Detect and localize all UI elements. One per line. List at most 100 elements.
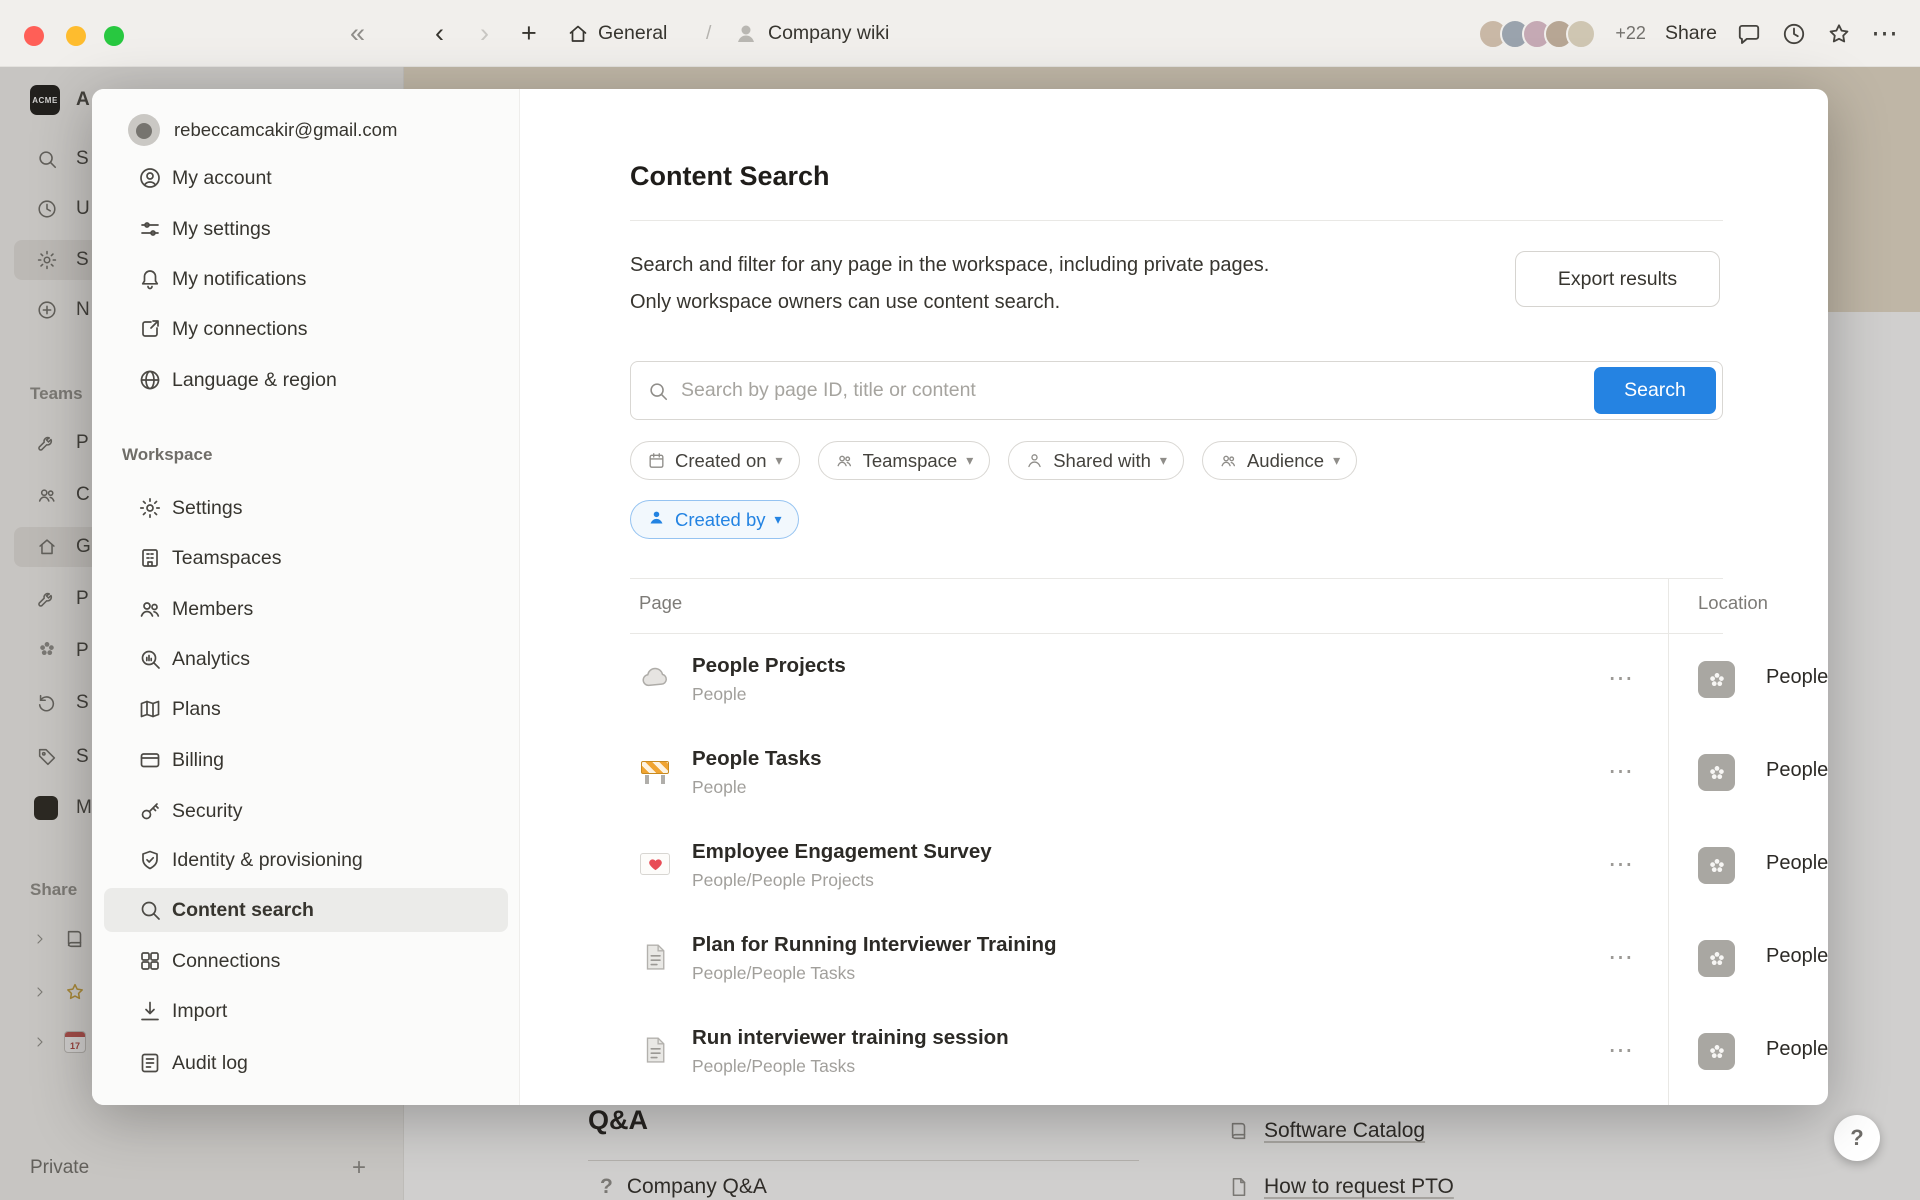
row-more-icon[interactable]: ⋯ [1608,663,1634,693]
settings-nav-import[interactable]: Import [104,989,508,1033]
row-more-icon[interactable]: ⋯ [1608,1035,1634,1065]
search-button[interactable]: Search [1594,367,1716,414]
teamspace-flower-icon [1698,1033,1735,1070]
help-button[interactable]: ? [1834,1115,1880,1161]
settings-nav-content-search[interactable]: Content search [104,888,508,932]
settings-nav-plans[interactable]: Plans [104,687,508,731]
people-icon [1219,451,1238,470]
row-more-icon[interactable]: ⋯ [1608,849,1634,879]
settings-nav-my-account[interactable]: My account [104,156,508,200]
row-more-icon[interactable]: ⋯ [1608,942,1634,972]
traffic-light-close[interactable] [24,26,44,46]
settings-nav-settings[interactable]: Settings [104,486,508,530]
settings-nav-my-settings[interactable]: My settings [104,207,508,251]
members-icon [138,597,162,621]
active-filter-row: Created by ▾ [630,500,799,539]
filter-audience[interactable]: Audience ▾ [1202,441,1357,480]
nav-label: Settings [172,497,242,520]
nav-label: My notifications [172,268,306,291]
avatar-overflow-count[interactable]: +22 [1615,23,1646,44]
collaborator-avatars[interactable] [1478,19,1596,49]
people-icon [835,451,854,470]
settings-nav-audit-log[interactable]: Audit log [104,1041,508,1085]
sidebar-collapse-icon[interactable]: « [350,0,365,67]
settings-modal: rebeccamcakir@gmail.com My account My se… [92,89,1828,1105]
back-icon[interactable]: ‹ [435,0,444,67]
nav-label: Analytics [172,648,250,671]
chevron-down-icon: ▾ [775,511,782,528]
table-row[interactable]: Employee Engagement Survey People/People… [630,819,1828,912]
location-label: People [1766,759,1828,782]
page-title[interactable]: People Projects [692,654,846,678]
table-row[interactable]: People Tasks People ⋯ People Share [630,726,1828,819]
nav-label: Import [172,1000,227,1023]
nav-label: Billing [172,749,224,772]
grid-icon [138,949,162,973]
settings-nav-members[interactable]: Members [104,587,508,631]
globe-icon [138,368,162,392]
page-icon [638,1033,672,1067]
settings-nav-my-notifications[interactable]: My notifications [104,257,508,301]
shield-check-icon [138,848,162,872]
settings-nav-language-region[interactable]: Language & region [104,358,508,402]
nav-label: My account [172,167,272,190]
table-row[interactable]: Run interviewer training session People/… [630,1005,1828,1098]
nav-label: Language & region [172,369,337,392]
person-icon [138,166,162,190]
page-title[interactable]: People Tasks [692,747,822,771]
table-row[interactable]: Plan for Running Interviewer Training Pe… [630,912,1828,1005]
panel-title: Content Search [630,161,830,192]
divider [630,220,1723,221]
person-icon [647,508,666,532]
search-icon [138,898,162,922]
filter-label: Audience [1247,450,1324,472]
breadcrumb-page[interactable]: Company wiki [768,0,889,67]
nav-label: Audit log [172,1052,248,1075]
export-results-button[interactable]: Export results [1515,251,1720,307]
filter-created-by[interactable]: Created by ▾ [630,500,799,539]
arrow-out-box-icon [138,317,162,341]
map-icon [138,697,162,721]
traffic-light-zoom[interactable] [104,26,124,46]
updates-clock-icon[interactable] [1781,21,1807,47]
account-avatar [128,114,160,146]
description-line: Only workspace owners can use content se… [630,284,1530,321]
settings-nav-analytics[interactable]: Analytics [104,637,508,681]
page-title[interactable]: Run interviewer training session [692,1026,1009,1050]
settings-nav-my-connections[interactable]: My connections [104,307,508,351]
nav-label: Plans [172,698,221,721]
settings-nav-billing[interactable]: Billing [104,738,508,782]
traffic-light-minimize[interactable] [66,26,86,46]
favorite-star-icon[interactable] [1826,21,1852,47]
cloud-icon [638,661,672,695]
page-title[interactable]: Plan for Running Interviewer Training [692,933,1057,957]
location-label: People [1766,945,1828,968]
page-emoji-icon [734,0,758,67]
share-button[interactable]: Share [1665,22,1717,45]
window-titlebar: « ‹ › + General / Company wiki +22 Share… [0,0,1920,67]
row-more-icon[interactable]: ⋯ [1608,756,1634,786]
settings-nav-identity-provisioning[interactable]: Identity & provisioning [104,838,508,882]
forward-icon[interactable]: › [480,0,489,67]
settings-nav-connections[interactable]: Connections [104,939,508,983]
new-tab-icon[interactable]: + [521,0,537,67]
search-input[interactable] [681,363,1561,418]
table-row[interactable]: People Projects People ⋯ People Share [630,633,1828,726]
filter-shared-with[interactable]: Shared with ▾ [1008,441,1184,480]
credit-card-icon [138,748,162,772]
person-icon [1025,451,1044,470]
column-header-page: Page [639,592,682,614]
comments-icon[interactable] [1736,21,1762,47]
more-options-icon[interactable]: ⋯ [1871,20,1898,47]
nav-label: Connections [172,950,280,973]
account-email: rebeccamcakir@gmail.com [174,119,397,141]
filter-teamspace[interactable]: Teamspace ▾ [818,441,991,480]
nav-label: Security [172,800,242,823]
settings-nav-teamspaces[interactable]: Teamspaces [104,536,508,580]
filter-label: Shared with [1053,450,1151,472]
settings-nav-security[interactable]: Security [104,789,508,833]
breadcrumb-teamspace[interactable]: General [598,0,667,67]
page-title[interactable]: Employee Engagement Survey [692,840,992,864]
filter-created-on[interactable]: Created on ▾ [630,441,800,480]
content-search-bar: Search [630,361,1723,420]
